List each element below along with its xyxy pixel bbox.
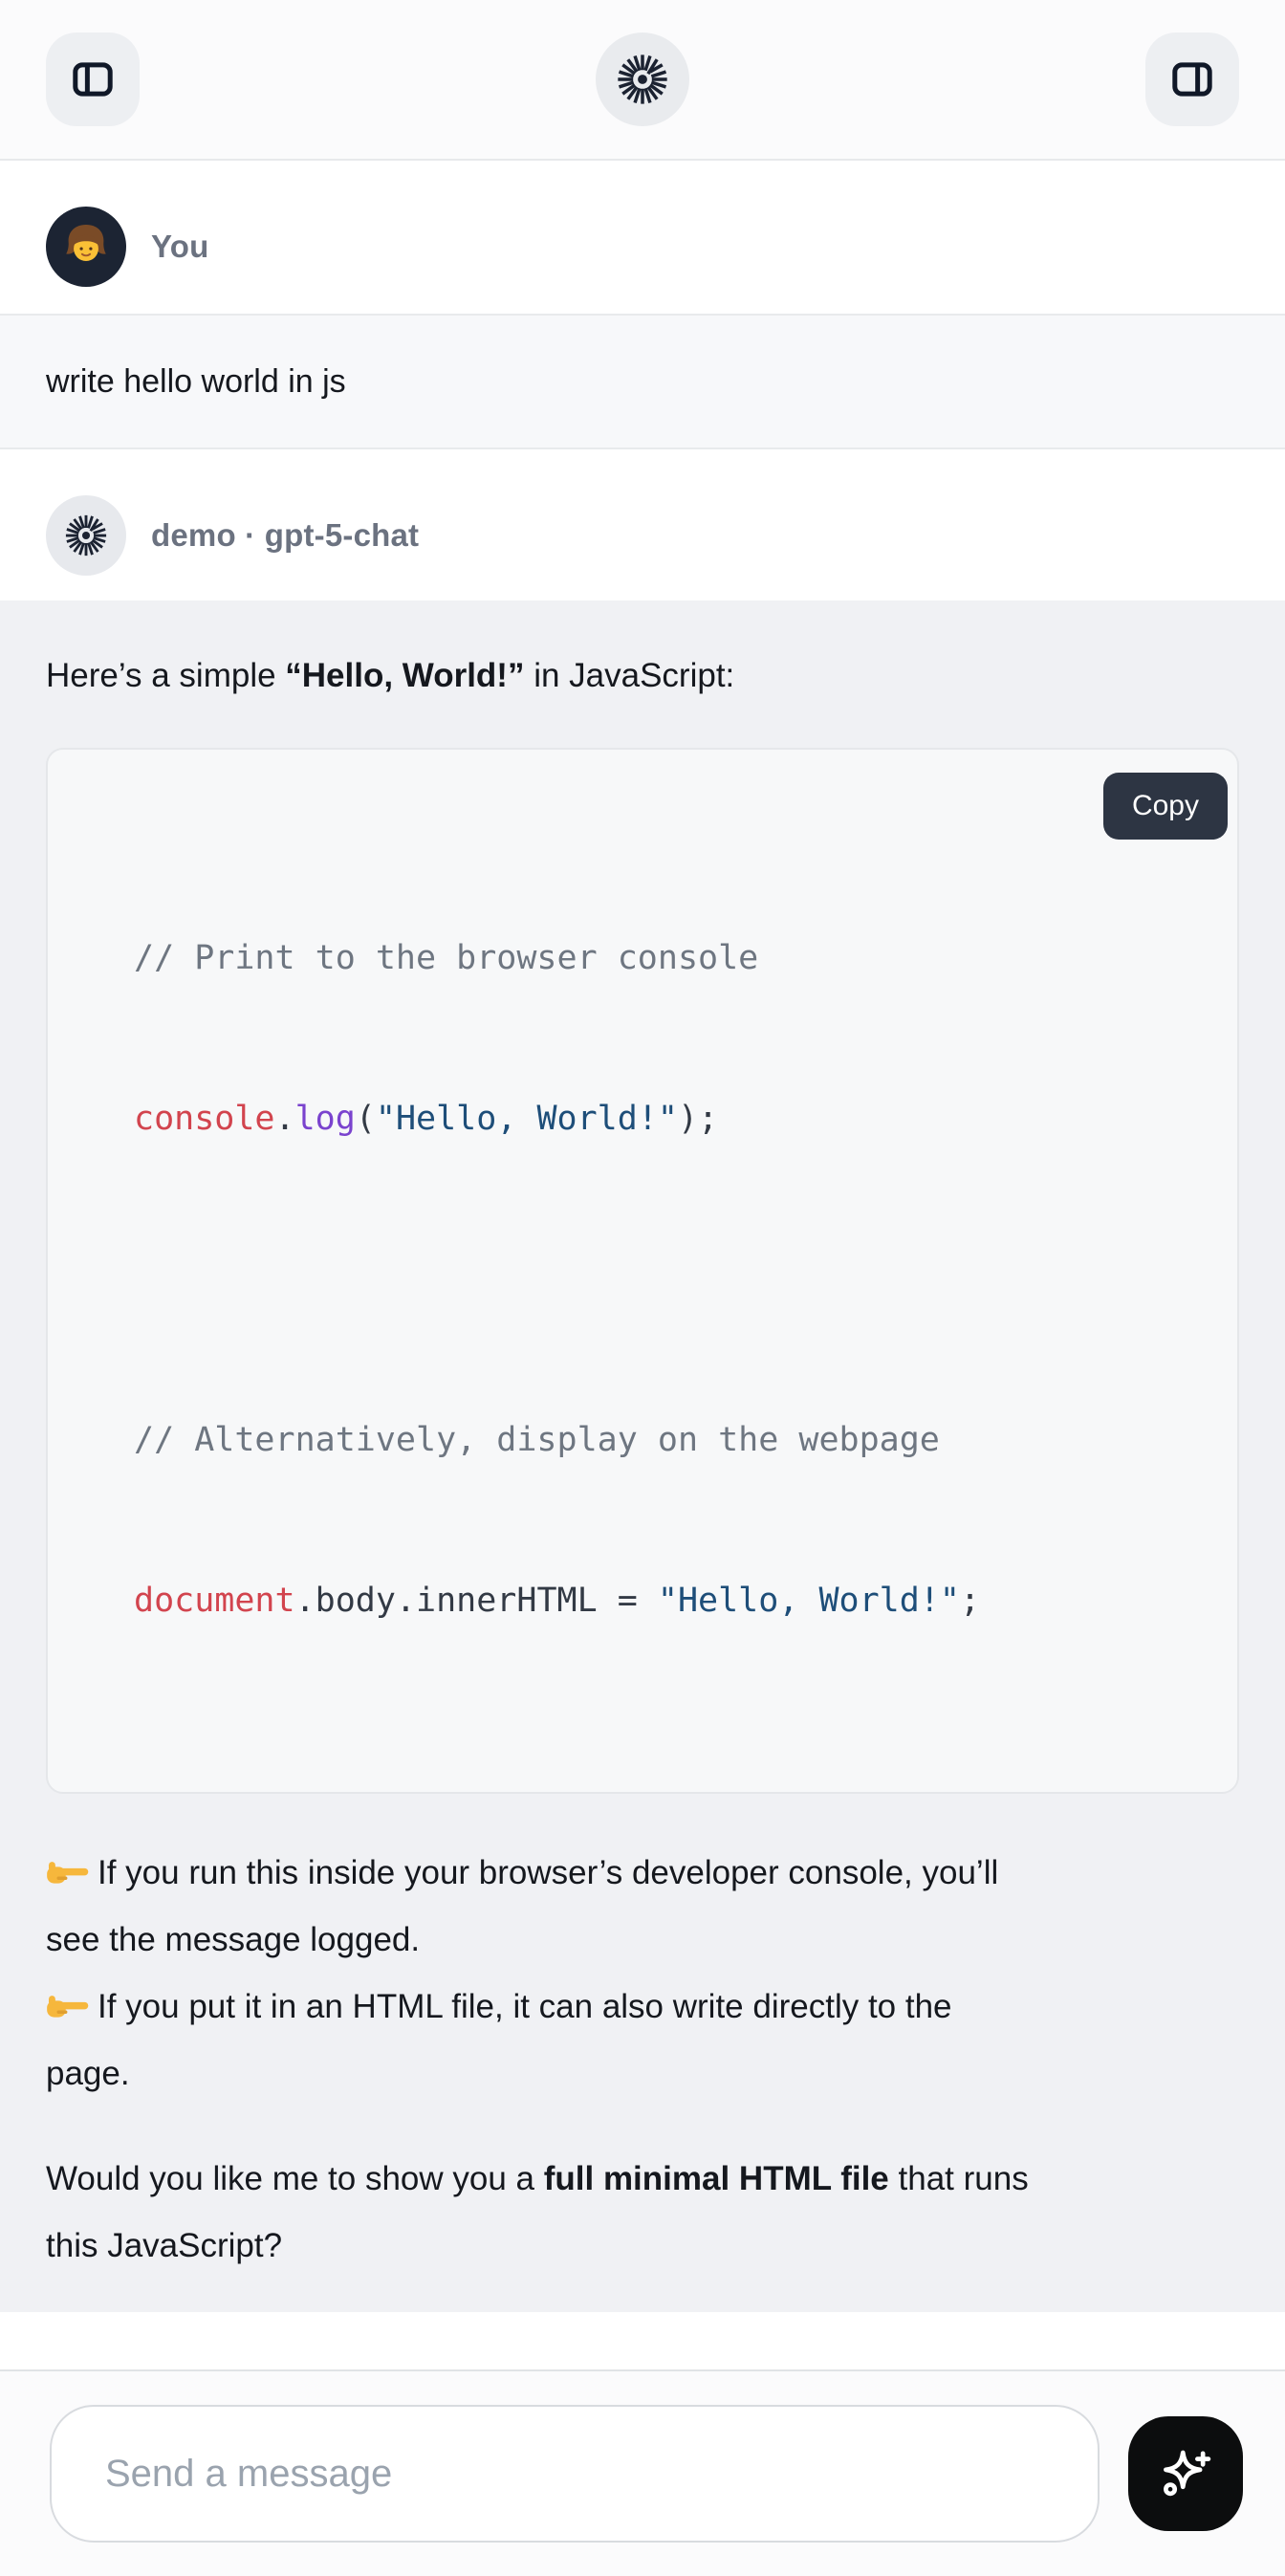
code-function: log [295, 1100, 356, 1138]
intro-text: Here’s a simple [46, 657, 285, 694]
user-sender-label: You [151, 229, 208, 265]
sparkle-icon [1154, 2442, 1217, 2505]
user-avatar [46, 207, 126, 287]
code-punct: ; [960, 1582, 980, 1620]
question-line: this JavaScript? [46, 2213, 1239, 2280]
empty-chat-area [0, 2312, 1285, 2369]
code-punct: ); [678, 1100, 718, 1138]
sidebar-toggle-button[interactable] [46, 33, 140, 126]
code-punct: ( [356, 1100, 376, 1138]
pointing-right-emoji [46, 1974, 98, 2041]
send-button[interactable] [1128, 2416, 1243, 2531]
starburst-icon [64, 513, 108, 557]
tip-text: If you run this inside your browser’s de… [98, 1854, 998, 1891]
code-string: "Hello, World!" [376, 1100, 678, 1138]
question-line: Would you like me to show you a full min… [46, 2146, 1239, 2213]
question-bold-text: full minimal HTML file [544, 2160, 889, 2197]
assistant-message-body: Here’s a simple “Hello, World!” in JavaS… [0, 600, 1285, 2312]
assistant-tips: If you run this inside your browser’s de… [46, 1840, 1239, 2107]
copy-code-button[interactable]: Copy [1103, 773, 1228, 840]
panel-left-icon [68, 55, 118, 104]
app-logo-button[interactable] [596, 33, 689, 126]
message-input[interactable] [50, 2405, 1100, 2543]
assistant-question: Would you like me to show you a full min… [46, 2146, 1239, 2280]
right-panel-toggle-button[interactable] [1145, 33, 1239, 126]
composer-bar [0, 2369, 1285, 2576]
code-punct: . [275, 1100, 295, 1138]
assistant-intro-line: Here’s a simple “Hello, World!” in JavaS… [46, 648, 1239, 704]
tip-line: page. [46, 2041, 1239, 2107]
code-comment: // Print to the browser console [134, 939, 758, 977]
tip-text: If you put it in an HTML file, it can al… [98, 1988, 952, 2025]
code-object: document [134, 1582, 295, 1620]
tip-line: see the message logged. [46, 1907, 1239, 1974]
tip-line: If you put it in an HTML file, it can al… [46, 1974, 1239, 2041]
code-block: Copy // Print to the browser console con… [46, 748, 1239, 1794]
user-message-text: write hello world in js [0, 314, 1285, 449]
code-punct: .body.innerHTML = [295, 1582, 658, 1620]
code-object: console [134, 1100, 275, 1138]
starburst-icon [616, 53, 669, 106]
top-bar [0, 0, 1285, 161]
intro-text-after: in JavaScript: [524, 657, 734, 694]
pointing-right-emoji [46, 1840, 98, 1907]
assistant-message-header: demo · gpt-5-chat [0, 495, 1285, 576]
intro-bold-text: “Hello, World!” [285, 657, 524, 694]
code-string: "Hello, World!" [658, 1582, 960, 1620]
code-content: // Print to the browser console console.… [134, 824, 1199, 1735]
code-comment: // Alternatively, display on the webpage [134, 1421, 940, 1459]
assistant-avatar [46, 495, 126, 576]
person-emoji-icon [56, 217, 116, 276]
question-text-after: that runs [889, 2160, 1029, 2197]
assistant-sender-label: demo · gpt-5-chat [151, 517, 419, 554]
panel-right-icon [1167, 55, 1217, 104]
tip-line: If you run this inside your browser’s de… [46, 1840, 1239, 1907]
code-blank-line [134, 1253, 1199, 1306]
user-message-header: You [0, 207, 1285, 287]
question-text: Would you like me to show you a [46, 2160, 544, 2197]
